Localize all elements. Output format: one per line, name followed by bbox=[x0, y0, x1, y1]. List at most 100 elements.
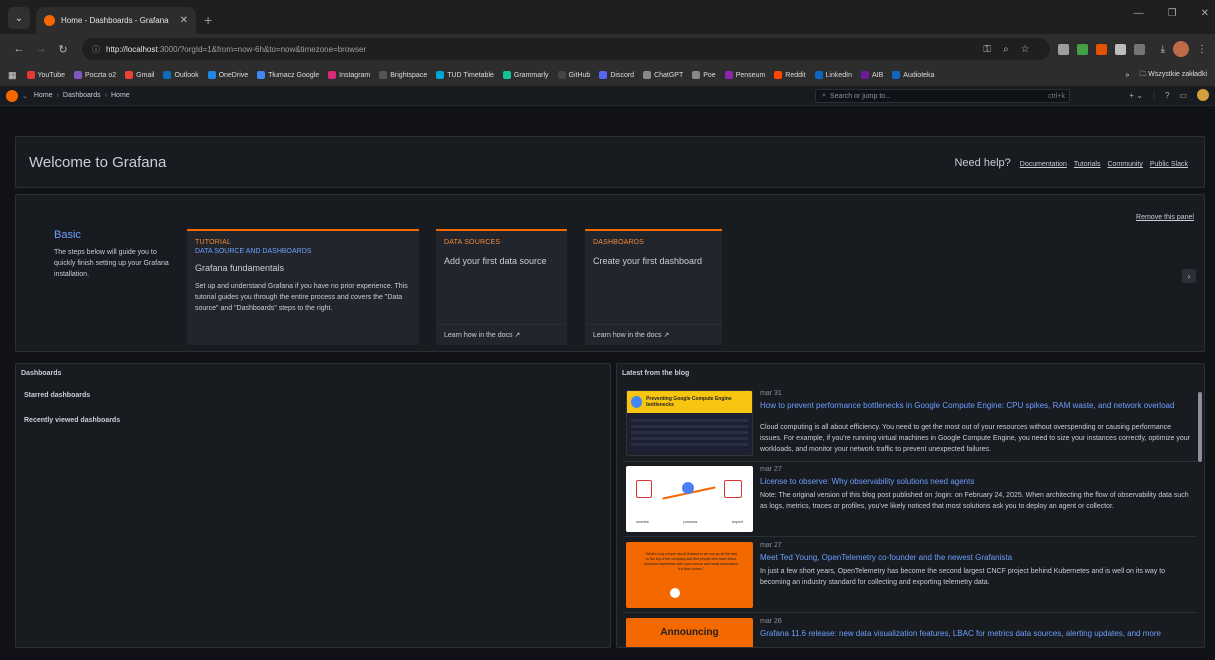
post-title-link[interactable]: How to prevent performance bottlenecks i… bbox=[760, 401, 1190, 410]
bookmark-item[interactable]: Poczta o2 bbox=[74, 71, 116, 79]
datasources-card[interactable]: DATA SOURCES Add your first data source … bbox=[436, 229, 567, 345]
public-slack-link[interactable]: Public Slack bbox=[1150, 161, 1188, 168]
office-ext-icon[interactable] bbox=[1095, 43, 1107, 55]
bookmark-favicon-icon bbox=[163, 71, 172, 79]
next-step-button[interactable]: › bbox=[1182, 269, 1196, 283]
tutorials-link[interactable]: Tutorials bbox=[1074, 161, 1101, 168]
close-tab-icon[interactable]: ✕ bbox=[180, 15, 188, 26]
help-icon[interactable]: ? bbox=[1165, 91, 1169, 100]
bookmark-item[interactable]: AIB bbox=[861, 71, 883, 79]
welcome-panel: Welcome to Grafana Need help? Documentat… bbox=[15, 136, 1205, 188]
community-link[interactable]: Community bbox=[1107, 161, 1142, 168]
bookmark-list: YouTube Poczta o2 Gmail Outlook OneDrive Tłum… bbox=[26, 71, 944, 79]
bookmark-item[interactable]: LinkedIn bbox=[814, 71, 852, 79]
learn-docs-link[interactable]: Learn how in the docs ↗ bbox=[593, 331, 669, 339]
bookmark-item[interactable]: Brightspace bbox=[379, 71, 427, 79]
bookmark-item[interactable]: Grammarly bbox=[502, 71, 549, 79]
bookmark-favicon-icon bbox=[26, 71, 35, 79]
extension-icon[interactable] bbox=[1057, 43, 1069, 55]
post-summary: Note: The original version of this blog … bbox=[760, 492, 1189, 510]
post-date: mar 27 bbox=[760, 466, 782, 473]
puzzle-icon[interactable] bbox=[1133, 43, 1145, 55]
documentation-link[interactable]: Documentation bbox=[1020, 161, 1067, 168]
panel-title: Latest from the blog bbox=[622, 370, 690, 377]
tab-search-icon[interactable]: ⌄ bbox=[8, 7, 30, 29]
add-icon[interactable]: + ⌄ bbox=[1129, 91, 1143, 100]
card-title: Create your first dashboard bbox=[593, 256, 703, 266]
post-summary: In just a few short years, OpenTelemetry… bbox=[760, 568, 1166, 586]
password-key-icon[interactable]: ⚿ bbox=[983, 44, 991, 55]
tutorial-card[interactable]: TUTORIAL DATA SOURCE AND DASHBOARDS Graf… bbox=[187, 229, 419, 345]
bookmark-favicon-icon bbox=[328, 71, 337, 79]
post-title-link[interactable]: License to observe: Why observability so… bbox=[760, 477, 1190, 486]
bookmark-label: Instagram bbox=[339, 71, 371, 79]
bookmark-favicon-icon bbox=[125, 71, 134, 79]
bookmark-item[interactable]: ChatGPT bbox=[643, 71, 683, 79]
search-input[interactable]: ⌕ Search or jump to... ctrl+k bbox=[815, 89, 1070, 103]
profile-avatar[interactable] bbox=[1173, 41, 1189, 57]
bookmark-item[interactable]: Gmail bbox=[125, 71, 154, 79]
menu-chevron-icon[interactable]: ⌄ bbox=[22, 92, 28, 100]
bookmark-favicon-icon bbox=[502, 71, 511, 79]
breadcrumb-home[interactable]: Home bbox=[34, 92, 53, 99]
card-title: Add your first data source bbox=[444, 256, 547, 266]
bookmark-item[interactable]: Instagram bbox=[328, 71, 370, 79]
bookmark-label: LinkedIn bbox=[825, 71, 852, 79]
post-thumbnail: receive process export bbox=[626, 466, 753, 532]
card-kind: TUTORIAL bbox=[195, 239, 232, 246]
divider bbox=[436, 324, 567, 325]
dashboards-card[interactable]: DASHBOARDS Create your first dashboard L… bbox=[585, 229, 722, 345]
all-bookmarks-link[interactable]: 🗀 Wszystkie zakładki bbox=[1139, 70, 1207, 81]
browser-tab[interactable]: Home - Dashboards - Grafana ✕ bbox=[36, 7, 196, 34]
bookmark-label: Outlook bbox=[174, 71, 199, 79]
basic-text: The steps below will guide you to quickl… bbox=[54, 249, 169, 278]
search-shortcut: ctrl+k bbox=[1048, 92, 1065, 100]
remove-panel-link[interactable]: Remove this panel bbox=[1136, 214, 1194, 221]
bookmark-star-icon[interactable]: ☆ bbox=[1021, 44, 1030, 55]
minimize-icon[interactable]: — bbox=[1134, 8, 1144, 19]
new-tab-icon[interactable]: + bbox=[204, 12, 212, 28]
bookmark-item[interactable]: Tłumacz Google bbox=[257, 71, 319, 79]
zoom-icon[interactable]: ⌕ bbox=[1003, 44, 1009, 55]
back-icon[interactable]: ← bbox=[8, 43, 30, 55]
bookmark-item[interactable]: Reddit bbox=[774, 71, 806, 79]
bookmark-item[interactable]: GitHub bbox=[557, 71, 591, 79]
bookmark-item[interactable]: OneDrive bbox=[207, 71, 248, 79]
breadcrumb-current: Home bbox=[111, 92, 130, 99]
receive-label: receive bbox=[636, 519, 649, 524]
post-title-link[interactable]: Grafana 11.6 release: new data visualiza… bbox=[760, 629, 1190, 638]
grafana-logo-icon[interactable] bbox=[6, 89, 18, 102]
restore-icon[interactable]: ❐ bbox=[1168, 8, 1177, 19]
more-bookmarks-icon[interactable]: » bbox=[1125, 72, 1129, 79]
reload-icon[interactable]: ↻ bbox=[52, 43, 74, 56]
url-input[interactable]: ⓘ http://localhost:3000/?orgId=1&from=no… bbox=[82, 38, 1050, 60]
download-ext-icon[interactable] bbox=[1076, 43, 1088, 55]
bookmark-label: TUD Timetable bbox=[447, 71, 494, 79]
bookmark-label: Grammarly bbox=[513, 71, 549, 79]
browser-menu-icon[interactable]: ⋮ bbox=[1197, 44, 1207, 55]
learn-docs-link[interactable]: Learn how in the docs ↗ bbox=[444, 331, 520, 339]
bookmark-item[interactable]: Outlook bbox=[163, 71, 199, 79]
bookmark-item[interactable]: YouTube bbox=[26, 71, 65, 79]
bookmark-item[interactable]: Poe bbox=[692, 71, 716, 79]
scrollbar[interactable] bbox=[1198, 392, 1202, 462]
bookmark-favicon-icon bbox=[207, 71, 216, 79]
help-label: Need help? bbox=[954, 157, 1011, 169]
reader-ext-icon[interactable] bbox=[1114, 43, 1126, 55]
apps-grid-icon[interactable]: ▦ bbox=[8, 70, 17, 81]
bookmark-label: GitHub bbox=[568, 71, 591, 79]
post-title-link[interactable]: Meet Ted Young, OpenTelemetry co-founder… bbox=[760, 553, 1190, 562]
close-window-icon[interactable]: ✕ bbox=[1201, 8, 1209, 19]
news-icon[interactable]: ▭ bbox=[1179, 91, 1187, 100]
user-avatar[interactable] bbox=[1197, 89, 1209, 101]
forward-icon[interactable]: → bbox=[30, 43, 52, 55]
bookmark-item[interactable]: Discord bbox=[599, 71, 634, 79]
post-date: mar 26 bbox=[760, 618, 782, 625]
bookmark-item[interactable]: TUD Timetable bbox=[436, 71, 494, 79]
bookmark-item[interactable]: Audioteka bbox=[892, 71, 934, 79]
bookmark-item[interactable]: Penseum bbox=[724, 71, 765, 79]
site-info-icon[interactable]: ⓘ bbox=[92, 44, 100, 55]
recent-dashboards-heading: Recently viewed dashboards bbox=[24, 417, 121, 424]
downloads-icon[interactable]: ⤓ bbox=[1161, 44, 1165, 55]
breadcrumb-dashboards[interactable]: Dashboards bbox=[63, 92, 101, 99]
